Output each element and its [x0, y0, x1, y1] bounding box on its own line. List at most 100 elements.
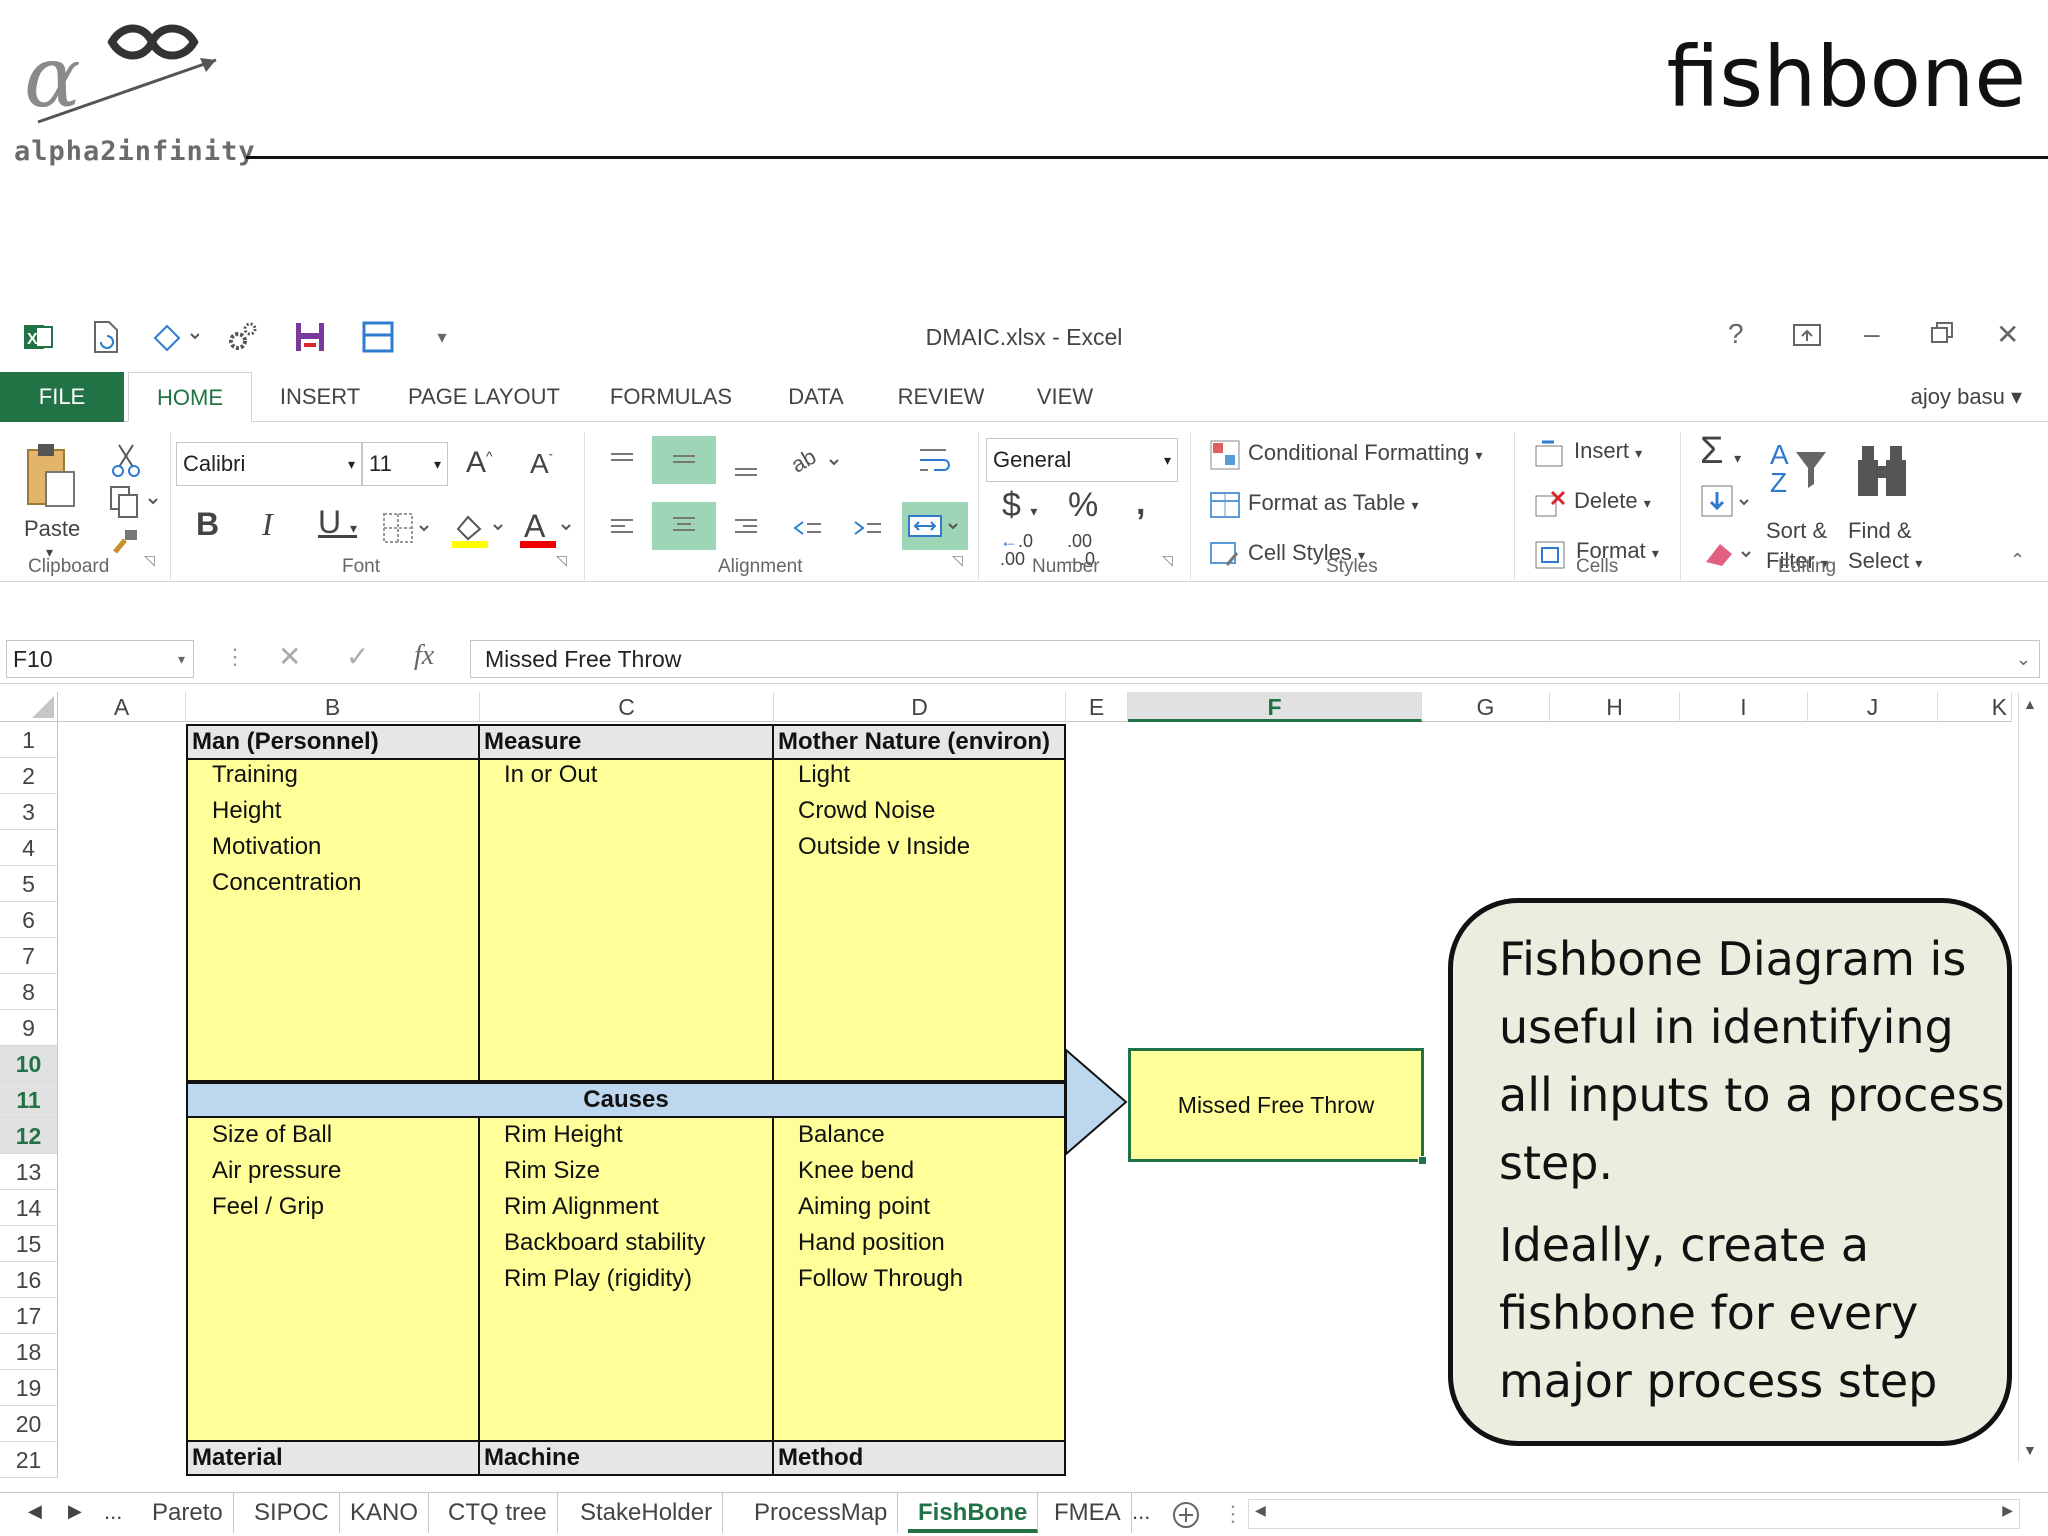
help-icon[interactable]: ?: [1728, 318, 1744, 350]
tab-data[interactable]: DATA: [776, 372, 856, 422]
row-header-14[interactable]: 14: [0, 1190, 58, 1226]
row-header-19[interactable]: 19: [0, 1370, 58, 1406]
row-header-5[interactable]: 5: [0, 866, 58, 902]
find-select-button[interactable]: Find & Select ▾: [1848, 516, 1922, 578]
format-as-table-icon[interactable]: [1208, 488, 1242, 522]
conditional-formatting-button[interactable]: Conditional Formatting ▾: [1248, 440, 1483, 466]
new-sheet-icon[interactable]: [1170, 1499, 1202, 1531]
row-header-1[interactable]: 1: [0, 722, 58, 758]
row-header-7[interactable]: 7: [0, 938, 58, 974]
cancel-entry-icon[interactable]: ✕: [278, 640, 301, 673]
cause-item[interactable]: Knee bend: [798, 1157, 914, 1185]
percent-icon[interactable]: %: [1068, 486, 1098, 525]
copy-icon[interactable]: [106, 484, 162, 520]
restore-icon[interactable]: [1930, 320, 1954, 352]
paste-label[interactable]: Paste: [24, 516, 80, 542]
cause-item[interactable]: Follow Through: [798, 1265, 963, 1293]
row-header-13[interactable]: 13: [0, 1154, 58, 1190]
effect-cell-missed-free-throw[interactable]: Missed Free Throw: [1128, 1048, 1424, 1162]
column-header-e[interactable]: E: [1066, 692, 1128, 722]
column-header-h[interactable]: H: [1550, 692, 1680, 722]
formula-input[interactable]: Missed Free Throw ⌄: [470, 640, 2040, 678]
fill-icon[interactable]: [1698, 482, 1754, 522]
tab-view[interactable]: VIEW: [1026, 372, 1104, 422]
increase-indent-icon[interactable]: [848, 508, 888, 548]
insert-cells-icon[interactable]: [1532, 436, 1568, 472]
cause-item[interactable]: In or Out: [504, 761, 597, 789]
currency-icon[interactable]: $ ▾: [1002, 486, 1037, 525]
decrease-font-size-icon[interactable]: Aˇ: [530, 448, 553, 480]
middle-align-icon[interactable]: [652, 436, 716, 484]
format-cells-icon[interactable]: [1532, 536, 1568, 572]
name-box[interactable]: F10 ▾: [6, 640, 194, 678]
row-header-16[interactable]: 16: [0, 1262, 58, 1298]
minimize-icon[interactable]: –: [1864, 318, 1880, 350]
sheet-tab-fmea[interactable]: FMEA: [1044, 1493, 1132, 1533]
user-account[interactable]: ajoy basu ▾: [1911, 384, 2022, 410]
cause-item[interactable]: Crowd Noise: [798, 797, 935, 825]
more-sheets-right-icon[interactable]: ...: [1132, 1499, 1150, 1525]
cause-item[interactable]: Balance: [798, 1121, 885, 1149]
row-header-12[interactable]: 12: [0, 1118, 58, 1154]
row-header-9[interactable]: 9: [0, 1010, 58, 1046]
format-as-table-button[interactable]: Format as Table ▾: [1248, 490, 1419, 516]
cause-item[interactable]: Size of Ball: [212, 1121, 332, 1149]
row-header-17[interactable]: 17: [0, 1298, 58, 1334]
clear-icon[interactable]: [1700, 534, 1756, 574]
causes-spine[interactable]: Causes: [186, 1082, 1066, 1118]
cause-item[interactable]: Rim Size: [504, 1157, 600, 1185]
column-header-g[interactable]: G: [1422, 692, 1550, 722]
column-header-i[interactable]: I: [1680, 692, 1808, 722]
font-name-combo[interactable]: Calibri ▾: [176, 442, 362, 486]
cause-item[interactable]: Outside v Inside: [798, 833, 970, 861]
bottom-align-icon[interactable]: [728, 444, 764, 484]
comma-style-icon[interactable]: ,: [1136, 484, 1145, 523]
cause-item[interactable]: Rim Alignment: [504, 1193, 659, 1221]
row-header-6[interactable]: 6: [0, 902, 58, 938]
align-center-icon[interactable]: [652, 502, 716, 550]
row-header-4[interactable]: 4: [0, 830, 58, 866]
header-mother-nature[interactable]: Mother Nature (environ): [772, 724, 1066, 760]
column-header-a[interactable]: A: [58, 692, 186, 722]
tab-review[interactable]: REVIEW: [888, 372, 994, 422]
scroll-first-sheet-icon[interactable]: ◀: [28, 1501, 42, 1522]
row-header-20[interactable]: 20: [0, 1406, 58, 1442]
cause-item[interactable]: Feel / Grip: [212, 1193, 324, 1221]
row-header-21[interactable]: 21: [0, 1442, 58, 1478]
sheet-tab-ctq-tree[interactable]: CTQ tree: [438, 1493, 558, 1533]
increase-decimal-icon[interactable]: ←.0.00: [1000, 532, 1033, 568]
top-align-icon[interactable]: [604, 442, 640, 482]
orientation-icon[interactable]: ab: [786, 440, 842, 480]
tab-file[interactable]: FILE: [0, 372, 124, 422]
horizontal-scrollbar[interactable]: ◀ ▶: [1248, 1499, 2020, 1529]
tab-insert[interactable]: INSERT: [270, 372, 370, 422]
cell-styles-icon[interactable]: [1208, 538, 1242, 572]
align-right-icon[interactable]: [728, 508, 764, 548]
formula-options-icon[interactable]: ⋮: [224, 644, 246, 670]
autosum-icon[interactable]: Σ ▾: [1700, 430, 1741, 473]
column-header-f[interactable]: F: [1128, 692, 1422, 722]
vertical-scrollbar[interactable]: ▲ ▼: [2018, 692, 2042, 1462]
sheet-tab-processmap[interactable]: ProcessMap: [744, 1493, 899, 1533]
sheet-tab-kano[interactable]: KANO: [340, 1493, 430, 1533]
cause-item[interactable]: Light: [798, 761, 850, 789]
header-measure[interactable]: Measure: [478, 724, 774, 760]
clipboard-launcher-icon[interactable]: ◹: [144, 552, 155, 569]
cause-item[interactable]: Concentration: [212, 869, 361, 897]
sheet-tab-stakeholder[interactable]: StakeHolder: [570, 1493, 724, 1533]
cause-item[interactable]: Rim Play (rigidity): [504, 1265, 692, 1293]
font-color-icon[interactable]: A: [514, 506, 574, 550]
delete-cells-button[interactable]: Delete ▾: [1574, 488, 1651, 514]
sheet-splitter-icon[interactable]: ⋮: [1222, 1501, 1244, 1527]
cause-item[interactable]: Aiming point: [798, 1193, 930, 1221]
header-material[interactable]: Material: [186, 1440, 480, 1476]
confirm-entry-icon[interactable]: ✓: [346, 640, 369, 673]
wrap-text-icon[interactable]: [912, 440, 956, 480]
conditional-formatting-icon[interactable]: [1208, 438, 1242, 472]
insert-function-icon[interactable]: fx: [414, 640, 434, 672]
tab-page-layout[interactable]: PAGE LAYOUT: [400, 372, 568, 422]
number-format-combo[interactable]: General ▾: [986, 438, 1178, 482]
row-header-3[interactable]: 3: [0, 794, 58, 830]
tab-home[interactable]: HOME: [128, 372, 252, 422]
cause-item[interactable]: Hand position: [798, 1229, 945, 1257]
